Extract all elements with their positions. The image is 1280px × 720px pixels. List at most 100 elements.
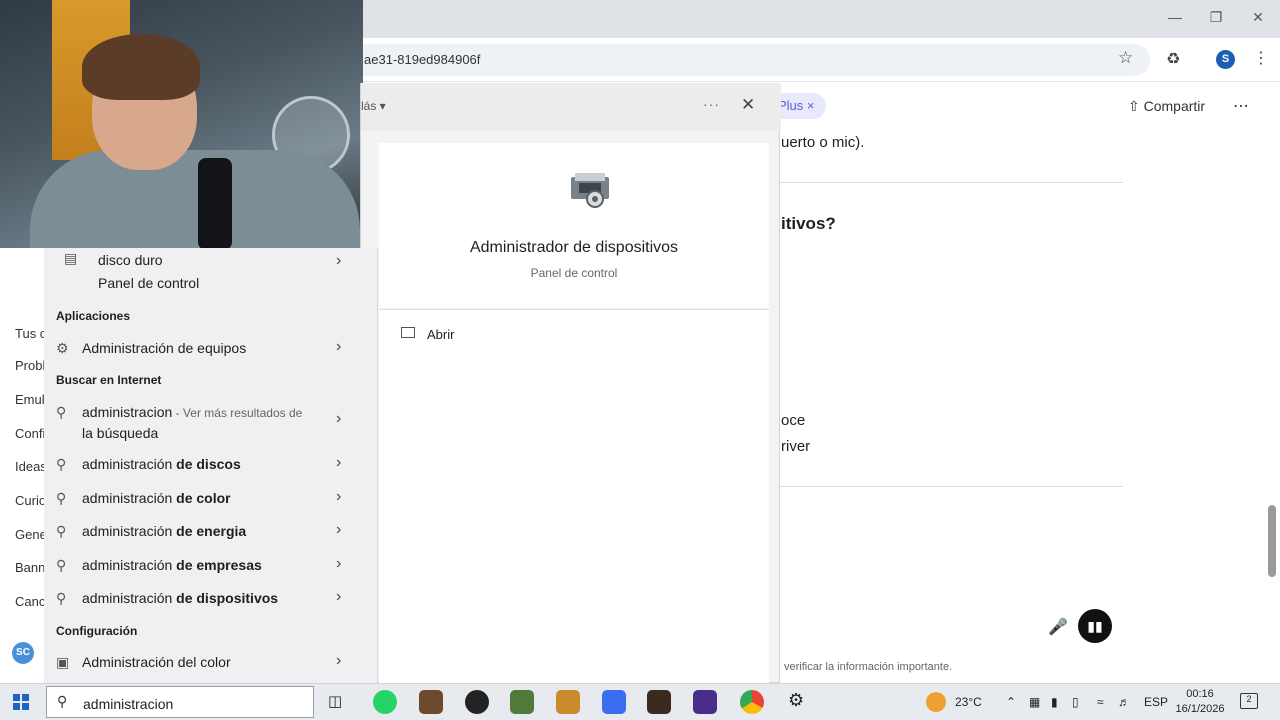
- search-icon: ⚲: [56, 557, 67, 573]
- app-icon[interactable]: [556, 690, 580, 714]
- windows-logo-part: [22, 694, 29, 701]
- more-label: lás: [361, 99, 377, 113]
- microphone-icon[interactable]: 🎤: [1048, 617, 1068, 637]
- close-window-icon[interactable]: ✕: [1238, 9, 1278, 29]
- chevron-right-icon[interactable]: ›: [336, 252, 341, 270]
- sidebar-item[interactable]: Curio: [15, 493, 46, 508]
- suggestion-prefix: administración: [82, 456, 177, 472]
- extensions-icon[interactable]: ♻: [1166, 49, 1180, 69]
- web-result-row[interactable]: ⚲ administracion - Ver más resultados de…: [44, 396, 378, 446]
- chevron-right-icon[interactable]: ›: [336, 338, 341, 356]
- suggestion-label: administración de dispositivos: [82, 590, 278, 606]
- chevron-right-icon[interactable]: ›: [336, 588, 341, 606]
- user-avatar[interactable]: SC: [12, 642, 34, 664]
- profile-avatar[interactable]: S: [1216, 50, 1235, 69]
- open-action[interactable]: Abrir: [427, 327, 454, 342]
- search-icon: ⚲: [56, 404, 67, 420]
- microphone-icon[interactable]: ▮: [1051, 695, 1058, 709]
- section-apps: Aplicaciones: [56, 309, 131, 323]
- chevron-right-icon[interactable]: ›: [336, 454, 341, 472]
- suggestion-bold: de empresas: [176, 557, 262, 573]
- sidebar-item[interactable]: Probl: [15, 358, 45, 373]
- config-result-row[interactable]: ▣ Administración del color ›: [44, 646, 378, 678]
- share-button[interactable]: ⇧ Compartir: [1128, 98, 1205, 115]
- sidebar-item[interactable]: Gene: [15, 527, 47, 542]
- chevron-right-icon[interactable]: ›: [336, 521, 341, 539]
- detail-subtitle: Panel de control: [530, 266, 618, 280]
- weather-temp[interactable]: 23°C: [955, 695, 982, 709]
- sidebar-item[interactable]: Emul: [15, 392, 45, 407]
- chat-heading: itivos?: [781, 214, 836, 233]
- voice-mode-button[interactable]: ▮▮: [1078, 609, 1112, 643]
- minecraft-icon[interactable]: [510, 690, 534, 714]
- close-icon[interactable]: ✕: [741, 95, 755, 115]
- chip-close-icon[interactable]: ×: [807, 98, 815, 113]
- task-view-icon[interactable]: ◫: [328, 692, 342, 710]
- search-icon: ⚲: [56, 456, 67, 472]
- app-icon[interactable]: [465, 690, 489, 714]
- start-button[interactable]: [13, 694, 29, 710]
- restore-icon[interactable]: ❐: [1196, 9, 1236, 29]
- game-app-icon[interactable]: [419, 690, 443, 714]
- search-query: administracion: [83, 696, 174, 712]
- notification-icon[interactable]: 2: [1240, 693, 1258, 709]
- plus-chip-label: Plus: [778, 98, 804, 113]
- app-result-row[interactable]: ⚙ Administración de equipos ›: [44, 332, 378, 364]
- device-icon[interactable]: ▦: [1029, 695, 1040, 709]
- chat-line: oce: [781, 412, 806, 429]
- sidebar-section-label: Tus c: [15, 326, 47, 341]
- bookmark-star-icon[interactable]: ☆: [1118, 48, 1133, 68]
- cam-microphone: [198, 158, 232, 248]
- sidebar-item[interactable]: Ideas: [15, 459, 47, 474]
- web-suggestion-row[interactable]: ⚲ administración de discos ›: [44, 448, 378, 480]
- web-suggestion-row[interactable]: ⚲ administración de empresas ›: [44, 549, 378, 581]
- url-text: ae31-819ed984906f: [364, 52, 481, 67]
- roblox-icon[interactable]: [602, 690, 626, 714]
- browser-menu-icon[interactable]: ⋮: [1253, 48, 1269, 68]
- battery-icon[interactable]: ▯: [1072, 695, 1079, 709]
- detail-card: Administrador de dispositivos Panel de c…: [379, 143, 769, 308]
- divider: [780, 182, 1123, 183]
- whatsapp-icon[interactable]: [373, 690, 397, 714]
- app-result-label: Administración de equipos: [82, 340, 247, 356]
- chevron-right-icon[interactable]: ›: [336, 410, 341, 428]
- sidebar-item[interactable]: Confi: [15, 426, 45, 441]
- clock[interactable]: 00:16 16/1/2026: [1174, 687, 1226, 717]
- detail-actions: [379, 309, 769, 683]
- page-scrollbar[interactable]: [1268, 505, 1276, 577]
- volume-icon[interactable]: ♬: [1118, 695, 1130, 709]
- weather-icon[interactable]: [926, 692, 946, 712]
- search-icon: ⚲: [56, 523, 67, 539]
- detail-header: lás ▾ ··· ✕: [361, 83, 781, 131]
- more-options-icon[interactable]: ⋯: [1233, 96, 1249, 116]
- chevron-right-icon[interactable]: ›: [336, 652, 341, 670]
- settings-gear-icon[interactable]: ⚙: [788, 690, 804, 711]
- web-suggestion-row[interactable]: ⚲ administración de color ›: [44, 482, 378, 514]
- share-icon: ⇧: [1128, 98, 1140, 114]
- best-match-title: disco duro: [98, 252, 163, 268]
- web-suggestion-row[interactable]: ⚲ administración de energia ›: [44, 515, 378, 547]
- web-suggestion-row[interactable]: ⚲ administración de dispositivos ›: [44, 582, 378, 614]
- suggestion-prefix: administración: [82, 590, 177, 606]
- language-indicator[interactable]: ESP: [1144, 695, 1168, 709]
- chat-composer[interactable]: [780, 599, 1122, 651]
- sidebar-item[interactable]: Canc: [15, 594, 45, 609]
- wifi-icon[interactable]: ≈: [1097, 695, 1104, 709]
- best-match-row[interactable]: ▤ disco duro Panel de control ›: [44, 248, 378, 294]
- cam-person-hair: [82, 34, 200, 100]
- computer-management-icon: ⚙: [56, 340, 69, 356]
- game-app-icon[interactable]: [647, 690, 671, 714]
- sidebar-item[interactable]: Bann: [15, 560, 45, 575]
- taskbar-search-box[interactable]: ⚲ administracion: [46, 686, 314, 718]
- divider: [780, 486, 1123, 487]
- minimize-icon[interactable]: —: [1155, 9, 1195, 29]
- app-icon[interactable]: [693, 690, 717, 714]
- chevron-right-icon[interactable]: ›: [336, 488, 341, 506]
- more-filter-label[interactable]: lás ▾: [361, 99, 386, 113]
- chrome-icon[interactable]: [740, 690, 764, 714]
- chevron-up-icon[interactable]: ⌃: [1006, 695, 1016, 709]
- omnibox[interactable]: ae31-819ed984906f: [320, 44, 1150, 76]
- suggestion-label: administración de discos: [82, 456, 241, 472]
- detail-options-icon[interactable]: ···: [703, 96, 720, 112]
- chevron-right-icon[interactable]: ›: [336, 555, 341, 573]
